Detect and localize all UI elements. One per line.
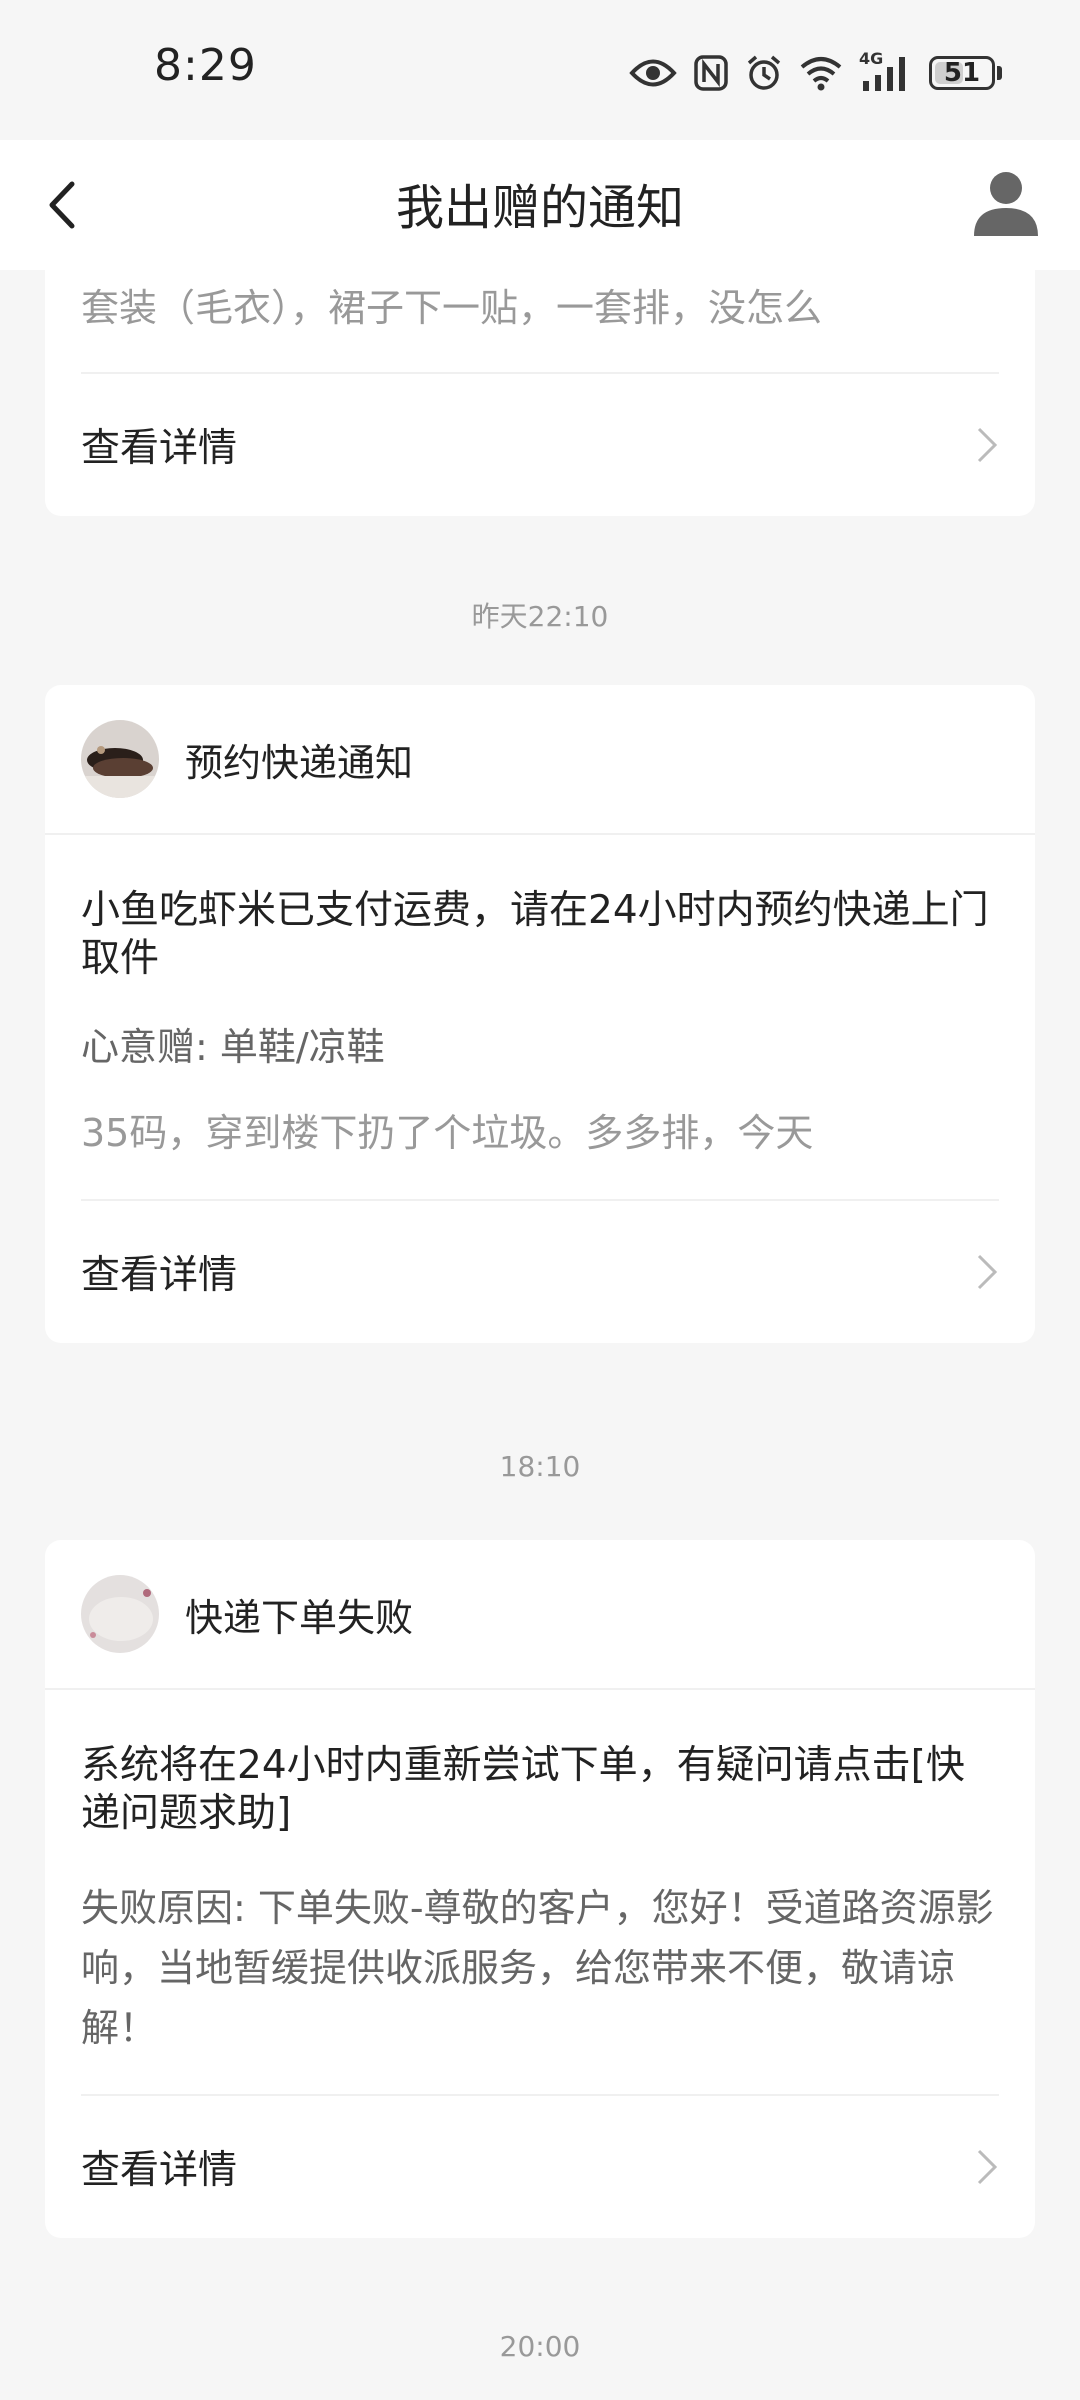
status-icons: 4G 51 xyxy=(629,49,1002,96)
eye-icon xyxy=(629,59,677,87)
notification-card: 预约快递通知 小鱼吃虾米已支付运费，请在24小时内预约快递上门取件 心意赠: 单… xyxy=(45,685,1035,1343)
chevron-right-icon xyxy=(977,427,998,463)
card-header: 预约快递通知 xyxy=(45,685,1035,835)
status-time: 8:29 xyxy=(154,40,257,91)
battery-percent: 51 xyxy=(943,58,981,88)
card-header: 快递下单失败 xyxy=(45,1540,1035,1690)
status-bar: 8:29 4G 51 xyxy=(0,0,1080,140)
view-details-button[interactable]: 查看详情 xyxy=(45,1201,1035,1343)
profile-icon[interactable] xyxy=(968,166,1044,242)
notification-meta: 心意赠: 单鞋/凉鞋 xyxy=(81,1025,385,1069)
chevron-right-icon xyxy=(977,2149,998,2185)
view-details-label: 查看详情 xyxy=(81,426,238,471)
notification-desc: 套装（毛衣），裙子下一贴，一套排，没怎么 xyxy=(81,286,823,330)
timestamp: 18:10 xyxy=(499,1450,581,1483)
battery-body: 51 xyxy=(929,56,995,90)
notification-title: 预约快递通知 xyxy=(185,740,414,785)
notification-list[interactable]: 套装（毛衣），裙子下一贴，一套排，没怎么 查看详情 昨天22:10 预约快递通知… xyxy=(0,270,1080,2400)
view-details-button[interactable]: 查看详情 xyxy=(45,2096,1035,2238)
avatar[interactable] xyxy=(81,720,159,798)
battery-tip xyxy=(997,66,1002,80)
notification-card: 套装（毛衣），裙子下一贴，一套排，没怎么 查看详情 xyxy=(45,270,1035,516)
view-details-button[interactable]: 查看详情 xyxy=(45,374,1035,516)
notification-card: 快递下单失败 系统将在24小时内重新尝试下单，有疑问请点击[快递问题求助] 失败… xyxy=(45,1540,1035,2238)
notification-message: 小鱼吃虾米已支付运费，请在24小时内预约快递上门取件 xyxy=(81,888,989,981)
timestamp: 20:00 xyxy=(499,2330,581,2363)
notification-title: 快递下单失败 xyxy=(185,1595,414,1640)
view-details-label: 查看详情 xyxy=(81,1253,238,1298)
avatar[interactable] xyxy=(81,1575,159,1653)
timestamp: 昨天22:10 xyxy=(471,600,609,633)
nav-bar: 我出赠的通知 xyxy=(0,140,1080,270)
wifi-icon xyxy=(800,57,842,91)
notification-desc: 35码，穿到楼下扔了个垃圾。多多排，今天 xyxy=(81,1111,814,1155)
notification-reason: 失败原因: 下单失败-尊敬的客户，您好！受道路资源影响，当地暂缓提供收派服务，给… xyxy=(81,1886,994,2050)
view-details-label: 查看详情 xyxy=(81,2148,238,2193)
nfc-icon xyxy=(694,55,728,91)
signal-icon: 4G xyxy=(859,49,913,93)
battery-icon: 51 xyxy=(929,56,1002,90)
chevron-right-icon xyxy=(977,1254,998,1290)
alarm-icon xyxy=(747,55,781,90)
notification-message: 系统将在24小时内重新尝试下单，有疑问请点击[快递问题求助] xyxy=(81,1743,965,1836)
page-title: 我出赠的通知 xyxy=(395,180,684,236)
